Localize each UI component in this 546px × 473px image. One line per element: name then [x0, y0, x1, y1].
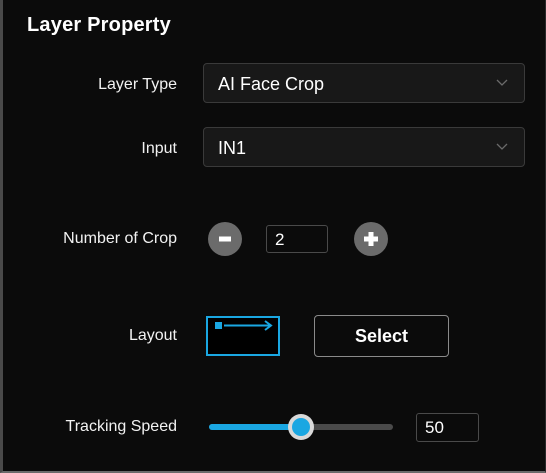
tracking-speed-slider[interactable]	[209, 414, 393, 440]
layer-type-dropdown[interactable]: AI Face Crop	[203, 63, 525, 103]
layout-arrow-icon	[215, 320, 273, 331]
tracking-speed-field[interactable]: 50	[416, 413, 479, 442]
layout-select-button[interactable]: Select	[314, 315, 449, 357]
plus-icon	[364, 232, 378, 246]
number-of-crop-label: Number of Crop	[63, 230, 177, 247]
layer-property-panel: Layer Property Layer Type AI Face Crop I…	[0, 0, 546, 473]
decrement-button[interactable]	[208, 222, 242, 256]
layer-type-value: AI Face Crop	[218, 74, 325, 94]
layout-label: Layout	[128, 327, 177, 344]
panel-title: Layer Property	[27, 14, 171, 36]
tracking-speed-label: Tracking Speed	[65, 418, 177, 435]
slider-thumb[interactable]	[288, 414, 314, 440]
increment-button[interactable]	[354, 222, 388, 256]
crop-count-field[interactable]: 2	[266, 225, 328, 253]
crop-count-value: 2	[275, 230, 285, 249]
tracking-speed-value: 50	[425, 418, 444, 437]
chevron-down-icon	[496, 79, 508, 86]
select-button-label: Select	[354, 326, 409, 346]
minus-icon	[219, 236, 231, 242]
layer-type-label: Layer Type	[98, 76, 177, 93]
input-value: IN1	[218, 138, 247, 158]
chevron-down-icon	[496, 143, 508, 150]
input-label: Input	[141, 140, 177, 157]
input-dropdown[interactable]: IN1	[203, 127, 525, 167]
layout-preview[interactable]	[206, 316, 280, 356]
